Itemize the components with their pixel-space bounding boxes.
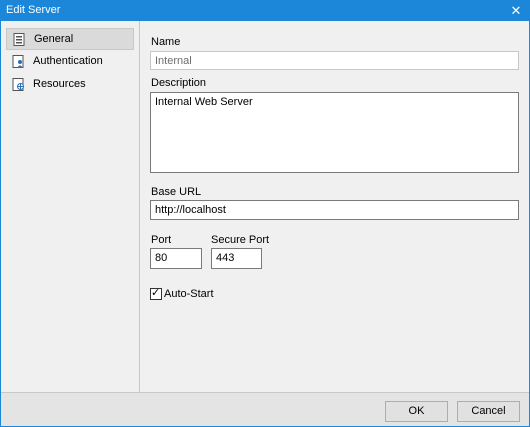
title-bar: Edit Server ✕: [1, 1, 529, 21]
port-field[interactable]: 80: [150, 248, 202, 269]
name-field[interactable]: Internal: [150, 51, 519, 70]
sidebar-item-label: General: [34, 33, 74, 45]
base-url-field[interactable]: http://localhost: [150, 200, 519, 220]
general-settings-panel: Name Internal Description Internal Web S…: [141, 21, 529, 392]
sidebar-item-label: Authentication: [33, 55, 103, 67]
dialog-footer: OK Cancel: [1, 392, 529, 426]
auto-start-label[interactable]: Auto-Start: [164, 288, 214, 300]
cancel-button[interactable]: Cancel: [457, 401, 520, 422]
user-page-icon: [12, 55, 24, 68]
close-icon[interactable]: ✕: [503, 1, 529, 21]
sidebar-item-authentication[interactable]: Authentication: [6, 51, 134, 73]
secure-port-label: Secure Port: [211, 234, 270, 246]
general-page-icon: [13, 33, 25, 46]
name-label: Name: [151, 36, 181, 48]
edit-server-dialog: Edit Server ✕ General Authentication Res…: [0, 0, 530, 427]
description-field[interactable]: Internal Web Server: [150, 92, 519, 173]
checkmark-icon: ✓: [151, 287, 161, 299]
sidebar-item-resources[interactable]: Resources: [6, 74, 134, 96]
secure-port-field[interactable]: 443: [211, 248, 262, 269]
sidebar: General Authentication Resources: [1, 21, 140, 392]
ok-button[interactable]: OK: [385, 401, 448, 422]
sidebar-item-general[interactable]: General: [6, 28, 134, 50]
port-label: Port: [151, 234, 172, 246]
sidebar-item-label: Resources: [33, 78, 86, 90]
resources-page-icon: [12, 78, 24, 91]
base-url-label: Base URL: [151, 186, 202, 198]
description-label: Description: [151, 77, 207, 89]
auto-start-checkbox[interactable]: ✓: [150, 287, 162, 300]
window-title: Edit Server: [6, 4, 61, 16]
